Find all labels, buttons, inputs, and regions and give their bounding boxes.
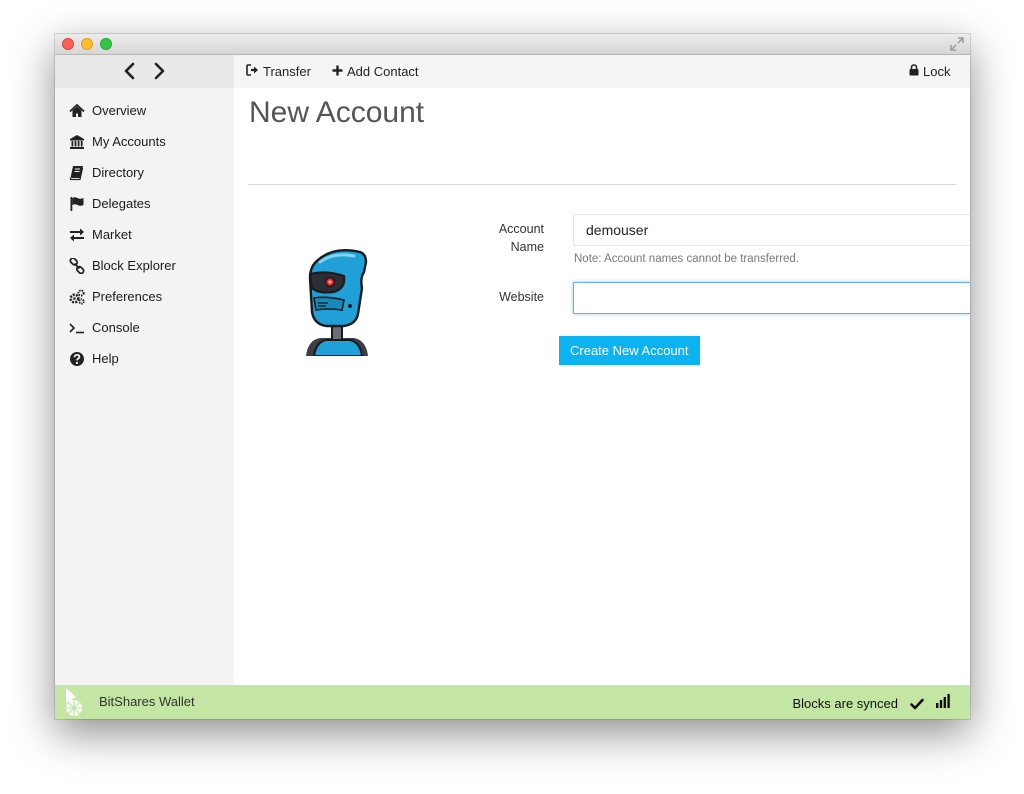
sidebar-item-console[interactable]: Console [69, 317, 140, 339]
chevron-right-icon [151, 62, 167, 80]
website-label: Website [499, 290, 544, 304]
sidebar-item-label: Market [92, 227, 132, 242]
add-contact-label: Add Contact [347, 64, 419, 79]
checkmark-icon [910, 697, 924, 715]
exchange-icon [69, 227, 85, 243]
sidebar-item-label: Directory [92, 165, 145, 180]
sidebar-item-label: Block Explorer [92, 258, 176, 273]
sidebar-item-label: My Accounts [92, 134, 166, 149]
transfer-button[interactable]: Transfer [246, 55, 311, 88]
close-window-button[interactable] [62, 38, 74, 50]
sidebar-item-directory[interactable]: Directory [69, 162, 144, 184]
minimize-window-button[interactable] [81, 38, 93, 50]
toolbar: Transfer Add Contact Lock [55, 55, 970, 88]
sign-out-icon [246, 55, 259, 88]
status-bar: BitShares Wallet Blocks are synced [55, 685, 970, 719]
title-bar [55, 34, 970, 55]
sidebar-item-my-accounts[interactable]: My Accounts [69, 131, 166, 153]
sidebar-item-help[interactable]: Help [69, 348, 119, 370]
gears-icon [69, 288, 85, 305]
sidebar-item-label: Overview [92, 103, 147, 118]
chevron-left-icon [122, 62, 138, 80]
bitshares-logo-icon [63, 687, 87, 719]
account-name-input[interactable] [573, 214, 970, 246]
zoom-window-button[interactable] [100, 38, 112, 50]
back-button[interactable] [122, 62, 138, 80]
sidebar-item-block-explorer[interactable]: Block Explorer [69, 255, 176, 277]
sidebar-item-label: Preferences [92, 289, 163, 304]
transfer-label: Transfer [263, 64, 311, 79]
main-content: New Account Account Name Note: Account n… [234, 88, 970, 685]
app-name: BitShares Wallet [99, 694, 195, 709]
plus-icon [332, 55, 343, 88]
create-account-button[interactable]: Create New Account [559, 336, 700, 365]
link-icon [69, 257, 85, 274]
sidebar-item-label: Delegates [92, 196, 151, 211]
sidebar: Overview My Accounts Directory Delegates… [55, 88, 234, 685]
question-icon [69, 351, 85, 367]
terminal-icon [69, 320, 85, 336]
sidebar-item-preferences[interactable]: Preferences [69, 286, 162, 308]
lock-button[interactable]: Lock [909, 55, 950, 88]
sidebar-item-delegates[interactable]: Delegates [69, 193, 151, 215]
sync-status: Blocks are synced [792, 696, 899, 711]
sidebar-item-label: Help [92, 351, 119, 366]
account-avatar [304, 248, 374, 357]
sidebar-item-overview[interactable]: Overview [69, 100, 146, 122]
sidebar-item-market[interactable]: Market [69, 224, 132, 246]
forward-button[interactable] [151, 62, 167, 80]
bank-icon [69, 134, 85, 150]
flag-icon [69, 196, 85, 212]
title-divider [248, 184, 956, 185]
home-icon [69, 103, 85, 119]
lock-icon [909, 55, 919, 88]
account-name-note: Note: Account names cannot be transferre… [574, 253, 800, 265]
app-window: Transfer Add Contact Lock Overview My Ac… [55, 34, 970, 719]
website-input[interactable] [573, 282, 970, 314]
action-bar: Transfer Add Contact Lock [234, 55, 970, 88]
add-contact-button[interactable]: Add Contact [332, 55, 419, 88]
page-title: New Account [249, 96, 425, 129]
book-icon [69, 165, 85, 181]
history-nav [55, 55, 234, 88]
lock-label: Lock [923, 64, 951, 79]
fullscreen-icon[interactable] [950, 37, 964, 56]
account-name-label: Account Name [498, 222, 544, 254]
sidebar-item-label: Console [92, 320, 140, 335]
signal-bars-icon [935, 694, 951, 713]
